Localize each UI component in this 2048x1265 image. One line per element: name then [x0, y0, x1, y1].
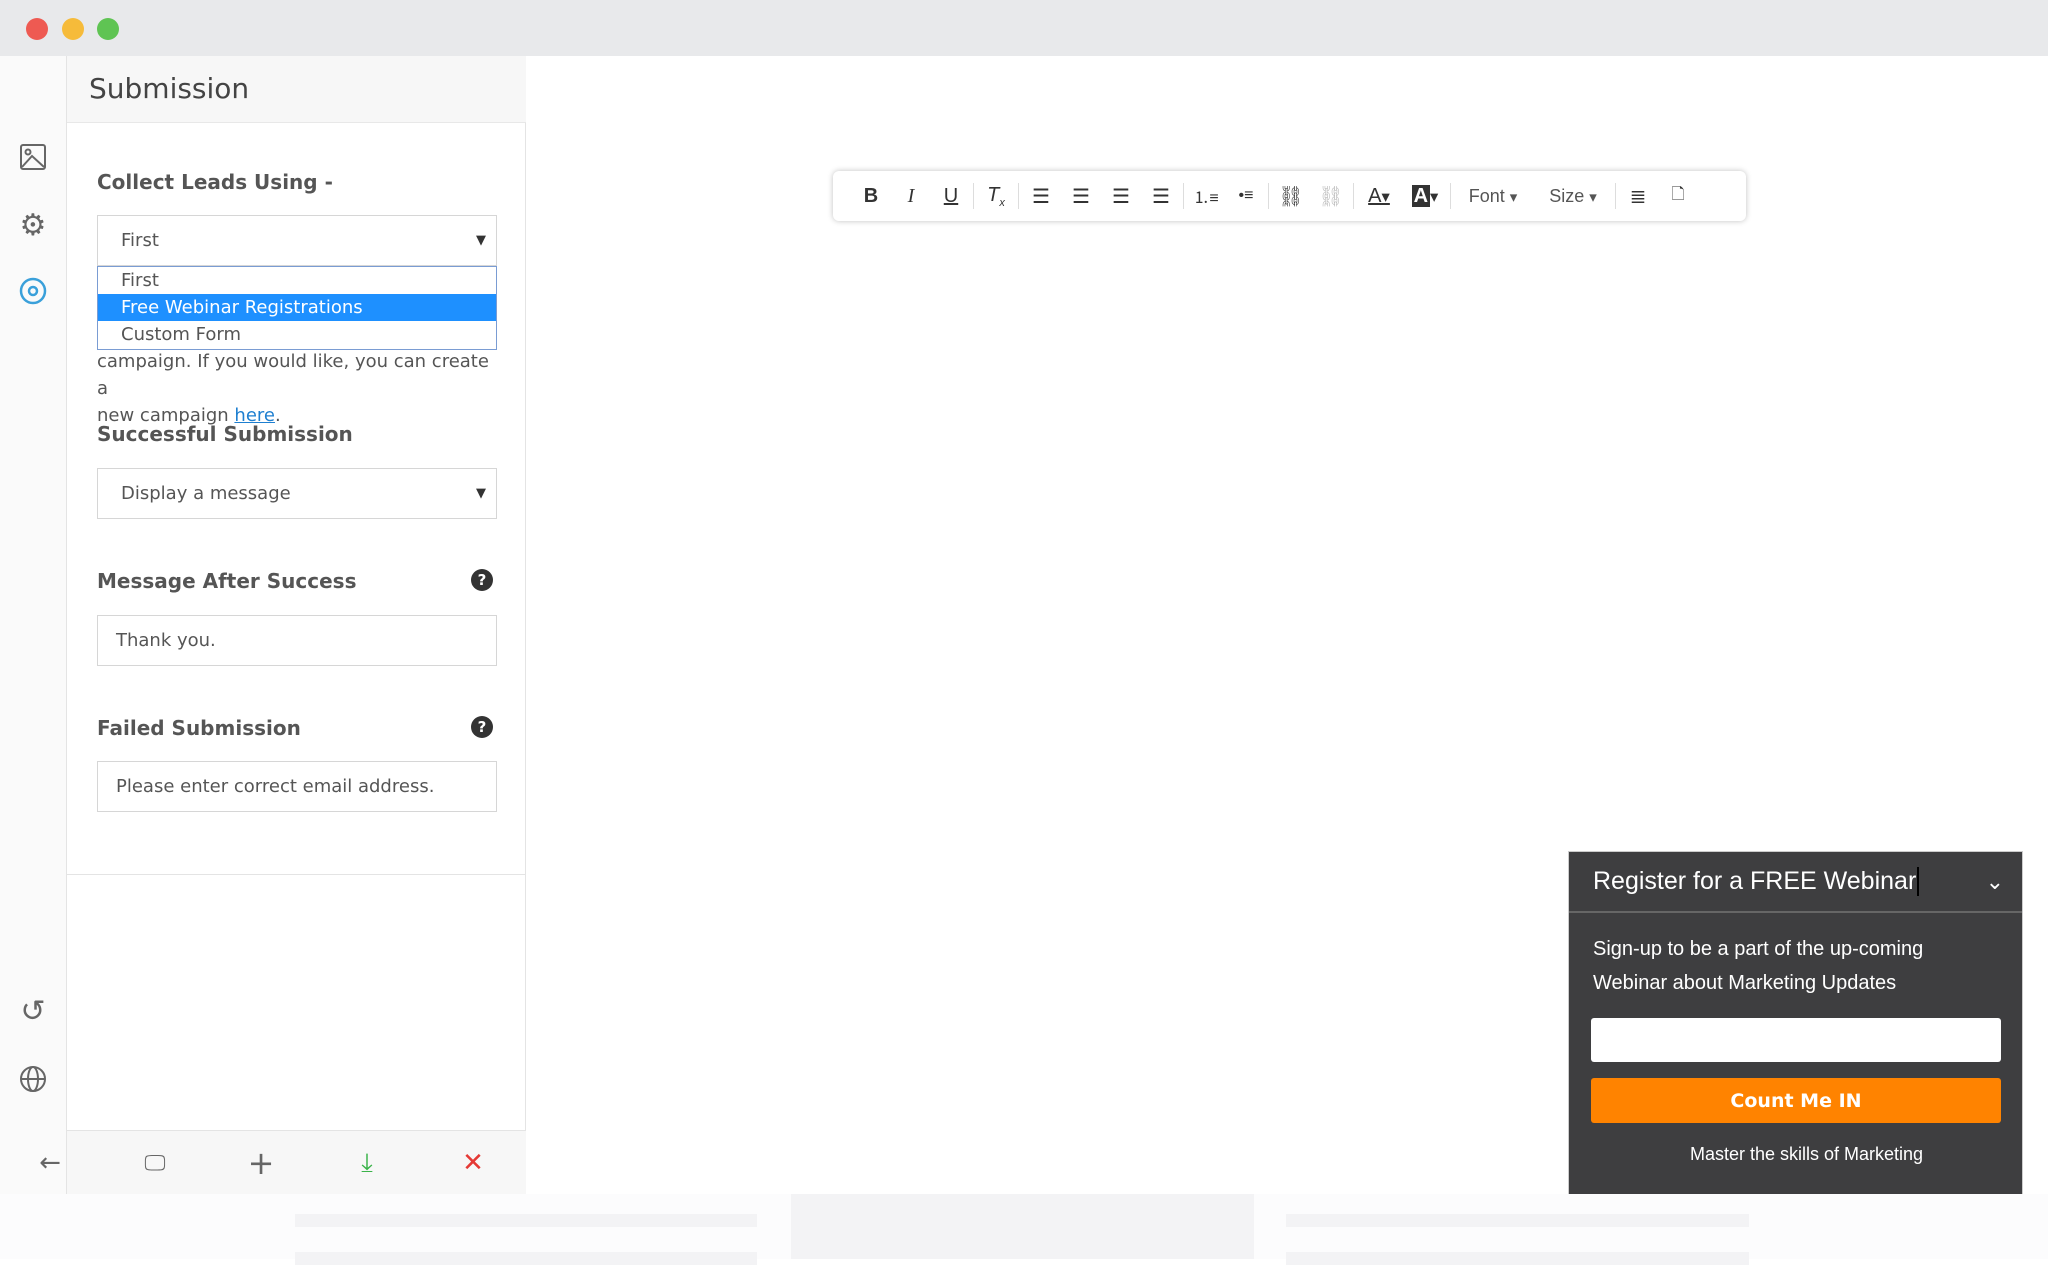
rich-text-toolbar: B I U Tx ☰ ☰ ☰ ☰ ⒈≡ •≡ ⛓ ⛓ A▾ A ▾ Font ▾ … — [833, 171, 1746, 221]
unlink-icon[interactable]: ⛓ — [1311, 184, 1351, 209]
placeholder-bar — [1286, 1214, 1749, 1227]
line-height-icon[interactable]: ≣ — [1618, 184, 1658, 209]
widget-description: Sign-up to be a part of the up-coming We… — [1593, 932, 1923, 1000]
close-icon[interactable]: ✕ — [458, 1148, 488, 1178]
canvas-bottom-area — [0, 1194, 2048, 1265]
collect-leads-label: Collect Leads Using - — [97, 170, 333, 194]
font-label: Font — [1468, 185, 1505, 206]
size-select[interactable]: Size ▾ — [1533, 186, 1613, 207]
failed-submission-input[interactable]: Please enter correct email address. — [97, 761, 497, 812]
help-icon[interactable]: ? — [471, 569, 493, 591]
window-titlebar — [0, 0, 2048, 56]
widget-footer: Master the skills of Marketing — [1689, 1144, 1924, 1164]
align-center-icon[interactable]: ☰ — [1061, 184, 1101, 209]
chevron-down-icon: ▼ — [476, 233, 486, 248]
underline-icon[interactable]: U — [931, 185, 971, 208]
failed-submission-label: Failed Submission — [97, 716, 301, 740]
message-after-success-label: Message After Success — [97, 569, 357, 593]
align-right-icon[interactable]: ☰ — [1101, 184, 1141, 209]
history-icon[interactable]: ↺ — [16, 994, 50, 1029]
settings-panel: Submission Collect Leads Using - First ▼ … — [67, 56, 526, 1194]
collect-leads-select[interactable]: First ▼ — [97, 215, 497, 266]
description-line: Sign-up to be a part of the up-coming — [1593, 938, 1924, 960]
webinar-widget: Register for a FREE Webinar ⌄ Sign-up to… — [1568, 851, 2023, 1194]
source-code-icon[interactable]: 🗋 — [1658, 183, 1698, 210]
justify-icon[interactable]: ☰ — [1141, 184, 1181, 209]
placeholder-bar — [295, 1214, 757, 1227]
count-me-in-button[interactable]: Count Me IN — [1591, 1078, 2001, 1123]
image-icon[interactable] — [16, 140, 50, 174]
size-label: Size — [1549, 185, 1585, 206]
gear-icon[interactable]: ⚙ — [16, 208, 50, 243]
campaign-hint: campaign. If you would like, you can cre… — [97, 348, 497, 429]
collect-leads-dropdown: First Free Webinar Registrations Custom … — [97, 266, 497, 350]
description-line: Webinar about Marketing Updates — [1593, 972, 1897, 994]
device-preview-icon[interactable]: 🖵 — [140, 1148, 170, 1178]
target-icon[interactable] — [16, 274, 50, 308]
maximize-window-button[interactable] — [97, 18, 119, 40]
numbered-list-icon[interactable]: ⒈≡ — [1186, 184, 1226, 208]
hint-line: campaign. If you would like, you can cre… — [97, 351, 489, 399]
chevron-down-icon[interactable]: ⌄ — [1986, 869, 2004, 895]
italic-icon[interactable]: I — [891, 185, 931, 208]
text-color-icon[interactable]: A▾ — [1356, 185, 1402, 208]
clear-format-icon[interactable]: Tx — [976, 184, 1016, 209]
close-window-button[interactable] — [26, 18, 48, 40]
email-input[interactable] — [1591, 1018, 2001, 1062]
background-color-icon[interactable]: A ▾ — [1402, 184, 1448, 208]
minimize-window-button[interactable] — [62, 18, 84, 40]
option-custom-form[interactable]: Custom Form — [98, 321, 496, 348]
message-after-success-input[interactable]: Thank you. — [97, 615, 497, 666]
align-left-icon[interactable]: ☰ — [1021, 184, 1061, 209]
placeholder-block — [791, 1194, 1254, 1259]
widget-header: Register for a FREE Webinar ⌄ — [1569, 852, 2022, 913]
plus-icon[interactable]: + — [246, 1144, 276, 1182]
download-icon[interactable]: ⤓ — [352, 1148, 382, 1178]
successful-submission-value: Display a message — [121, 483, 291, 504]
link-icon[interactable]: ⛓ — [1271, 184, 1311, 209]
bullet-list-icon[interactable]: •≡ — [1226, 187, 1266, 205]
successful-submission-label: Successful Submission — [97, 422, 353, 446]
back-arrow-icon[interactable]: ← — [35, 1148, 65, 1178]
panel-title: Submission — [67, 56, 526, 123]
collect-leads-value: First — [121, 230, 159, 251]
successful-submission-select[interactable]: Display a message ▼ — [97, 468, 497, 519]
bold-icon[interactable]: B — [851, 185, 891, 208]
widget-title[interactable]: Register for a FREE Webinar — [1593, 867, 1920, 896]
divider — [67, 874, 526, 875]
font-select[interactable]: Font ▾ — [1453, 186, 1533, 207]
option-free-webinar-registrations[interactable]: Free Webinar Registrations — [98, 294, 496, 321]
icon-rail: ⚙ ↺ — [0, 56, 67, 1194]
globe-icon[interactable] — [16, 1062, 50, 1096]
help-icon[interactable]: ? — [471, 716, 493, 738]
chevron-down-icon: ▼ — [476, 486, 486, 501]
option-first[interactable]: First — [98, 267, 496, 294]
